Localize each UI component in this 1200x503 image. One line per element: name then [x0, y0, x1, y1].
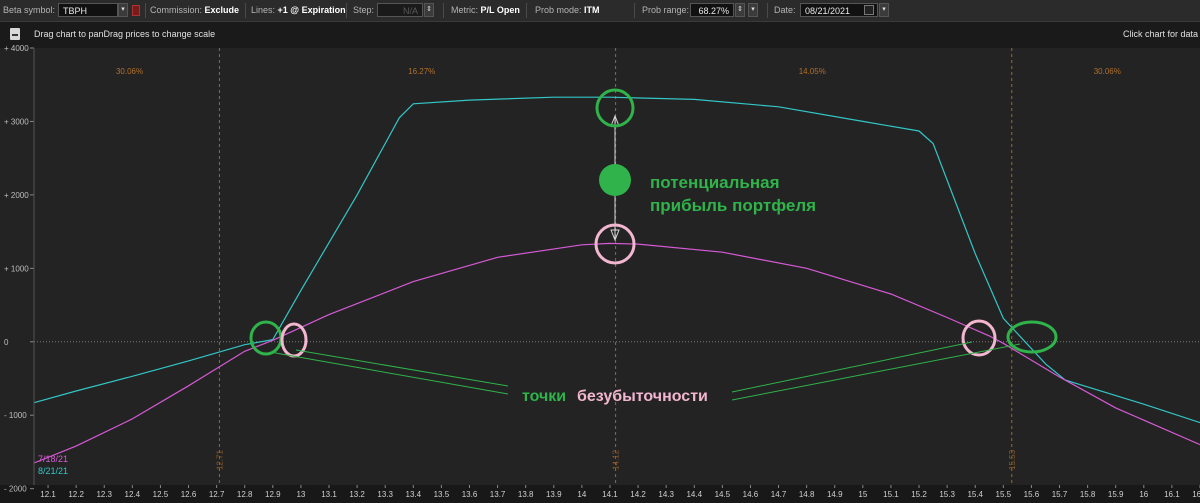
x-tick-label: 15	[858, 490, 867, 499]
x-tick-label: 12.9	[265, 490, 281, 499]
x-tick-label: 15.4	[967, 490, 983, 499]
x-tick-label: 15.6	[1024, 490, 1040, 499]
x-tick-label: 16	[1139, 490, 1148, 499]
breakeven-label-word2: безубыточности	[577, 388, 708, 405]
x-tick-label: 15.2	[911, 490, 927, 499]
x-tick-label: 14.6	[743, 490, 759, 499]
pl-chart[interactable]: 12.71 14.12 15.5330.06% 16.27% 14.05% 30.06% …	[0, 0, 1200, 503]
y-tick-label: + 3000	[4, 117, 29, 126]
probability-label: 30.06%	[1094, 67, 1121, 76]
legend-item-expiration: 8/21/21	[38, 466, 69, 476]
y-tick-label: - 1000	[4, 411, 27, 420]
x-tick-label: 13.8	[518, 490, 534, 499]
profit-dot	[599, 164, 631, 196]
pointer-line	[731, 341, 973, 393]
profit-label-line1: потенциальная	[650, 173, 780, 192]
x-tick-label: 14.1	[602, 490, 618, 499]
y-tick-label: + 2000	[4, 191, 29, 200]
x-tick-label: 14.5	[715, 490, 731, 499]
x-tick-label: 12.6	[181, 490, 197, 499]
x-tick-label: 12.3	[96, 490, 112, 499]
x-tick-label: 15.9	[1108, 490, 1124, 499]
x-tick-label: 16.1	[1164, 490, 1180, 499]
x-tick-label: 14.9	[827, 490, 843, 499]
x-tick-label: 12.5	[153, 490, 169, 499]
x-tick-label: 16.2	[1192, 490, 1200, 499]
x-tick-label: 13.7	[490, 490, 506, 499]
x-tick-label: 13	[296, 490, 305, 499]
y-tick-label: + 4000	[4, 44, 29, 53]
x-tick-label: 14.7	[771, 490, 787, 499]
x-tick-label: 15.5	[996, 490, 1012, 499]
x-tick-label: 13.3	[377, 490, 393, 499]
profit-label-line2: прибыль портфеля	[650, 196, 816, 215]
y-tick-label: + 1000	[4, 264, 29, 273]
x-tick-label: 15.8	[1080, 490, 1096, 499]
x-tick-label: 14.2	[630, 490, 646, 499]
x-tick-label: 12.1	[40, 490, 56, 499]
probability-label: 30.06%	[116, 67, 143, 76]
x-tick-label: 12.4	[125, 490, 141, 499]
x-tick-label: 13.9	[546, 490, 562, 499]
expected-move-label: 12.71	[215, 449, 224, 470]
x-tick-label: 12.8	[237, 490, 253, 499]
x-tick-label: 15.3	[939, 490, 955, 499]
x-tick-label: 12.2	[68, 490, 84, 499]
x-tick-label: 13.5	[434, 490, 450, 499]
pointer-line	[731, 343, 1021, 401]
probability-label: 16.27%	[408, 67, 435, 76]
breakeven-label-word1: точки	[522, 388, 566, 405]
pointer-line	[269, 351, 509, 395]
x-tick-label: 15.1	[883, 490, 899, 499]
pointer-line	[295, 349, 509, 387]
x-tick-label: 14	[577, 490, 586, 499]
x-tick-label: 14.3	[658, 490, 674, 499]
legend-item-today: 7/18/21	[38, 454, 69, 464]
x-tick-label: 13.4	[406, 490, 422, 499]
probability-label: 14.05%	[799, 67, 826, 76]
expected-move-label: 15.53	[1008, 449, 1017, 470]
x-tick-label: 14.4	[686, 490, 702, 499]
breakeven-circle-right-green	[1006, 320, 1058, 354]
y-tick-label: - 2000	[4, 485, 27, 494]
x-tick-label: 12.7	[209, 490, 225, 499]
legend: 7/18/21 8/21/21	[38, 454, 68, 476]
expected-move-label: 14.12	[612, 449, 621, 470]
x-tick-label: 15.7	[1052, 490, 1068, 499]
series-line-today	[33, 242, 1200, 464]
y-tick-label: 0	[4, 338, 9, 347]
x-tick-label: 13.2	[349, 490, 365, 499]
x-tick-label: 13.1	[321, 490, 337, 499]
x-tick-label: 13.6	[462, 490, 478, 499]
x-tick-label: 14.8	[799, 490, 815, 499]
